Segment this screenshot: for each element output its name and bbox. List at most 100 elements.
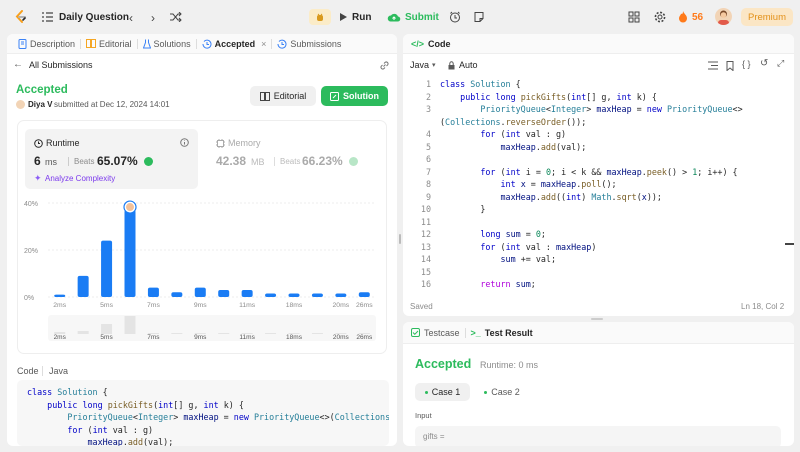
link-icon[interactable]: [379, 60, 390, 71]
chevron-left-icon[interactable]: ‹: [129, 11, 133, 25]
daily-question-title[interactable]: Daily Question: [59, 12, 129, 23]
tab-testcase[interactable]: Testcase: [411, 328, 460, 338]
tab-solutions[interactable]: Solutions: [138, 34, 196, 54]
language-value: Java: [410, 60, 430, 70]
premium-label: Premium: [747, 11, 786, 23]
auto-mode-toggle[interactable]: Auto: [448, 60, 478, 70]
problem-list-icon[interactable]: [42, 12, 53, 22]
editorial-button[interactable]: Editorial: [250, 86, 316, 106]
analyze-complexity-link[interactable]: Analyze Complexity: [45, 174, 115, 183]
case-2-button[interactable]: Case 2: [477, 383, 527, 401]
fire-icon[interactable]: [678, 11, 688, 23]
run-label: Run: [352, 11, 372, 23]
tab-test-result[interactable]: >_ Test Result: [471, 328, 533, 338]
navigator-tick-label: 9ms: [194, 334, 207, 341]
chevron-right-icon[interactable]: ›: [151, 11, 155, 25]
shuffle-icon[interactable]: [170, 12, 182, 22]
case-pass-dot: [424, 390, 428, 394]
test-panel: Testcase >_ Test Result Accepted Runtime…: [403, 322, 794, 446]
submitted-code-block: class Solution { public long pickGifts(i…: [17, 380, 389, 446]
code-line[interactable]: PriorityQueue<Integer> maxHeap = new Pri…: [440, 103, 742, 116]
edit-icon: [330, 91, 339, 101]
runtime-card[interactable]: Runtime 6 ms Beats 65.07% ✦ Analyze Comp…: [25, 129, 198, 189]
braces-icon[interactable]: { }: [742, 59, 751, 69]
submitter-name[interactable]: Diya V: [28, 100, 52, 109]
all-submissions-link[interactable]: ← All Submissions: [13, 59, 93, 70]
code-line[interactable]: }: [440, 203, 485, 216]
code-line[interactable]: return sum;: [440, 278, 536, 291]
editorial-button-label: Editorial: [273, 91, 307, 101]
layout-icon[interactable]: [628, 11, 640, 23]
memory-label: Memory: [228, 138, 261, 148]
navigator-bar: [311, 333, 323, 334]
case-1-button[interactable]: Case 1: [415, 383, 470, 401]
tab-submissions[interactable]: Submissions: [272, 34, 346, 54]
code-line[interactable]: (Collections.reverseOrder());: [440, 116, 586, 129]
tab-description-label: Description: [30, 38, 76, 49]
language-select[interactable]: Java ▾: [410, 60, 436, 70]
code-brackets-icon: </>: [411, 38, 425, 49]
case-1-label: Case 1: [431, 387, 461, 397]
navigator-tick-label: 7ms: [147, 334, 160, 341]
horizontal-splitter[interactable]: [591, 318, 603, 320]
chart-bar: [171, 292, 183, 297]
runtime-beats-label: Beats: [68, 157, 94, 166]
chart-bar: [218, 289, 230, 297]
tab-accepted[interactable]: Accepted ×: [197, 34, 272, 54]
flask-icon: [142, 39, 151, 49]
code-editor[interactable]: 1 class Solution {2 public long pickGifts…: [403, 78, 794, 296]
debug-icon[interactable]: [309, 9, 331, 25]
code-line[interactable]: maxHeap.add(val);: [440, 141, 587, 154]
input-label: Input: [415, 411, 432, 420]
tab-solutions-label: Solutions: [153, 38, 191, 49]
line-number: 6: [425, 154, 431, 164]
cursor-position: Ln 18, Col 2: [741, 302, 785, 311]
format-icon[interactable]: [708, 61, 718, 70]
code-panel-title: Code: [428, 38, 451, 49]
navigator-tick-label: 18ms: [286, 334, 303, 341]
input-value-box[interactable]: gifts =: [415, 426, 781, 446]
leetcode-logo-icon[interactable]: [14, 10, 28, 24]
memory-card[interactable]: Memory 42.38 MB Beats 66.23%: [208, 129, 380, 189]
bookmark-icon[interactable]: [726, 61, 734, 71]
code-line[interactable]: int x = maxHeap.poll();: [440, 178, 617, 191]
code-line[interactable]: sum += val;: [440, 253, 556, 266]
streak-count[interactable]: 56: [692, 12, 703, 23]
gear-icon[interactable]: [654, 11, 666, 23]
code-line[interactable]: maxHeap.add((int) Math.sqrt(x));: [440, 191, 662, 204]
code-line[interactable]: for (int i = 0; i < k && maxHeap.peek() …: [440, 166, 737, 179]
close-icon[interactable]: ×: [261, 39, 266, 49]
code-line[interactable]: for (int val : g): [440, 128, 566, 141]
premium-button[interactable]: Premium: [741, 8, 793, 26]
tab-description[interactable]: Description: [13, 34, 80, 54]
tab-editorial[interactable]: Editorial: [81, 34, 137, 54]
expand-icon[interactable]: ⤢: [777, 58, 784, 69]
code-panel-header: </> Code: [403, 34, 794, 54]
code-line[interactable]: long sum = 0;: [440, 228, 546, 241]
reset-icon[interactable]: ↺: [760, 58, 768, 69]
avatar[interactable]: [16, 100, 25, 109]
info-icon[interactable]: [180, 138, 189, 147]
submit-label: Submit: [405, 11, 439, 23]
run-button[interactable]: Run: [334, 9, 377, 25]
navigator-tick-label: 5ms: [100, 334, 113, 341]
top-bar: Daily Question ‹ › Run Submit 56 Premium: [0, 0, 800, 34]
vertical-splitter[interactable]: [399, 234, 401, 244]
timer-icon[interactable]: [449, 11, 461, 23]
line-number: 11: [420, 216, 431, 227]
avatar[interactable]: [715, 8, 732, 25]
test-status: Accepted: [415, 357, 472, 371]
scrollbar-marker[interactable]: [785, 243, 794, 245]
code-line[interactable]: class Solution {: [440, 78, 521, 91]
x-tick-label: 20ms: [333, 302, 350, 309]
code-line[interactable]: for (int val : maxHeap): [440, 241, 596, 254]
submit-button[interactable]: Submit: [383, 9, 443, 25]
code-line[interactable]: public long pickGifts(int[] g, int k) {: [440, 91, 657, 104]
runtime-unit: ms: [45, 157, 57, 167]
code-section-lang: Java: [42, 366, 68, 376]
solution-button[interactable]: Solution: [321, 86, 388, 106]
line-number: 7: [425, 166, 431, 177]
line-number: 14: [420, 254, 431, 264]
chart-bar: [124, 210, 136, 297]
note-icon[interactable]: [473, 11, 485, 23]
